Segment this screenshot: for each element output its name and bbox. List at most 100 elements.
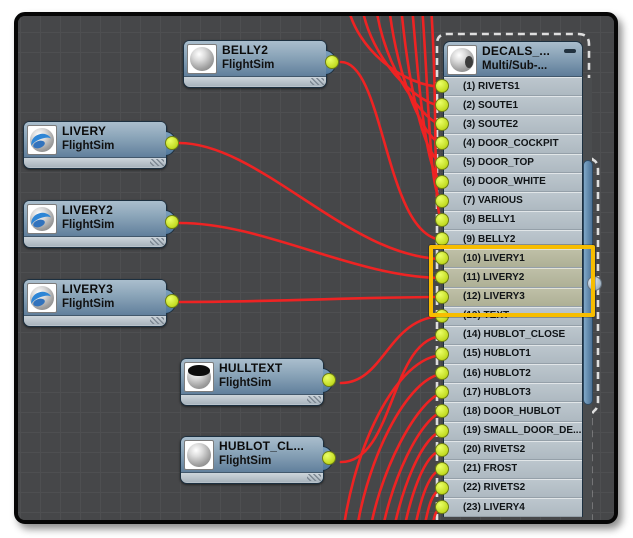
node-subtitle: FlightSim: [62, 140, 114, 152]
slot-label: (1) RIVETS1: [463, 81, 520, 92]
output-socket-icon[interactable]: [322, 373, 336, 387]
material-node-livery2[interactable]: LIVERY2 FlightSim: [23, 200, 167, 248]
node-subtitle: FlightSim: [62, 298, 114, 310]
slot-row[interactable]: (19) SMALL_DOOR_DE...: [444, 422, 582, 441]
slot-label: (20) RIVETS2: [463, 444, 525, 455]
slot-row[interactable]: (2) SOUTE1: [444, 96, 582, 115]
slot-row[interactable]: (21) FROST: [444, 460, 582, 479]
slot-row[interactable]: (15) HUBLOT1: [444, 345, 582, 364]
slot-row[interactable]: (1) RIVETS1: [444, 77, 582, 96]
slot-label: (22) RIVETS2: [463, 482, 525, 493]
node-header[interactable]: LIVERY2 FlightSim: [24, 201, 166, 237]
resize-grip-icon[interactable]: [307, 474, 321, 481]
material-sphere-icon: [187, 44, 217, 74]
slot-label: (17) HUBLOT3: [463, 387, 531, 398]
input-socket-icon[interactable]: [435, 98, 449, 112]
input-socket-icon[interactable]: [435, 462, 449, 476]
schematic-viewport[interactable]: BELLY2 FlightSim LIVERY FlightSim LIVERY…: [14, 12, 618, 524]
output-socket-icon[interactable]: [325, 55, 339, 69]
material-node-hublot-close[interactable]: HUBLOT_CL... FlightSim: [180, 436, 324, 484]
material-node-livery[interactable]: LIVERY FlightSim: [23, 121, 167, 169]
slot-label: (14) HUBLOT_CLOSE: [463, 329, 565, 340]
slot-row[interactable]: (22) RIVETS2: [444, 479, 582, 498]
collapse-minus-icon[interactable]: [564, 49, 576, 53]
slot-row[interactable]: (23) LIVERY4: [444, 498, 582, 517]
node-header[interactable]: BELLY2 FlightSim: [184, 41, 326, 77]
input-socket-icon[interactable]: [435, 136, 449, 150]
node-header[interactable]: DECALS_... Multi/Sub-...: [443, 41, 583, 77]
slot-row[interactable]: (18) DOOR_HUBLOT: [444, 402, 582, 421]
slot-highlight-box: [429, 245, 595, 317]
resize-grip-icon[interactable]: [150, 159, 164, 166]
node-header[interactable]: HULLTEXT FlightSim: [181, 359, 323, 395]
slot-label: (2) SOUTE1: [463, 100, 518, 111]
node-canvas[interactable]: BELLY2 FlightSim LIVERY FlightSim LIVERY…: [14, 12, 618, 524]
node-title: DECALS_...: [482, 44, 550, 58]
input-socket-icon[interactable]: [435, 424, 449, 438]
slot-row[interactable]: (3) SOUTE2: [444, 115, 582, 134]
slot-row[interactable]: (7) VARIOUS: [444, 192, 582, 211]
input-socket-icon[interactable]: [435, 175, 449, 189]
resize-grip-icon[interactable]: [150, 317, 164, 324]
node-header[interactable]: LIVERY3 FlightSim: [24, 280, 166, 316]
slot-row[interactable]: (6) DOOR_WHITE: [444, 173, 582, 192]
resize-grip-icon[interactable]: [307, 396, 321, 403]
slot-row[interactable]: (16) HUBLOT2: [444, 364, 582, 383]
node-subtitle: FlightSim: [219, 455, 271, 467]
input-socket-icon[interactable]: [435, 117, 449, 131]
input-socket-icon[interactable]: [435, 156, 449, 170]
output-socket-icon[interactable]: [165, 136, 179, 150]
slot-row[interactable]: (20) RIVETS2: [444, 441, 582, 460]
slot-label: (8) BELLY1: [463, 214, 515, 225]
slot-label: (15) HUBLOT1: [463, 348, 531, 359]
node-subtitle: Multi/Sub-...: [482, 60, 547, 72]
slot-label: (18) DOOR_HUBLOT: [463, 406, 561, 417]
wire: [180, 297, 444, 302]
slot-label: (4) DOOR_COCKPIT: [463, 138, 559, 149]
node-subtitle: FlightSim: [222, 59, 274, 71]
slot-row[interactable]: (5) DOOR_TOP: [444, 154, 582, 173]
node-header[interactable]: HUBLOT_CL... FlightSim: [181, 437, 323, 473]
input-socket-icon[interactable]: [435, 404, 449, 418]
resize-grip-icon[interactable]: [310, 78, 324, 85]
slot-row[interactable]: (14) HUBLOT_CLOSE: [444, 326, 582, 345]
input-socket-icon[interactable]: [435, 385, 449, 399]
slot-label: (5) DOOR_TOP: [463, 157, 534, 168]
resize-grip-icon[interactable]: [150, 238, 164, 245]
node-title: HUBLOT_CL...: [219, 439, 304, 453]
node-title: LIVERY3: [62, 282, 113, 296]
input-socket-icon[interactable]: [435, 194, 449, 208]
node-title: LIVERY2: [62, 203, 113, 217]
node-footer: [184, 77, 326, 86]
input-socket-icon[interactable]: [435, 328, 449, 342]
slot-row[interactable]: (8) BELLY1: [444, 211, 582, 230]
wire: [341, 316, 444, 383]
input-socket-icon[interactable]: [435, 366, 449, 380]
material-sphere-icon: [447, 45, 477, 75]
material-sphere-icon: [27, 204, 57, 234]
slot-row[interactable]: (4) DOOR_COCKPIT: [444, 134, 582, 153]
input-socket-icon[interactable]: [435, 481, 449, 495]
node-footer: [24, 316, 166, 325]
node-header[interactable]: LIVERY FlightSim: [24, 122, 166, 158]
slot-row[interactable]: (17) HUBLOT3: [444, 383, 582, 402]
input-socket-icon[interactable]: [435, 213, 449, 227]
output-socket-icon[interactable]: [165, 294, 179, 308]
material-node-livery3[interactable]: LIVERY3 FlightSim: [23, 279, 167, 327]
input-socket-icon[interactable]: [435, 347, 449, 361]
slot-label: (9) BELLY2: [463, 234, 515, 245]
input-socket-icon[interactable]: [435, 79, 449, 93]
slot-label: (21) FROST: [463, 463, 517, 474]
input-socket-icon[interactable]: [435, 500, 449, 514]
node-title: HULLTEXT: [219, 361, 282, 375]
input-socket-icon[interactable]: [435, 443, 449, 457]
node-title: BELLY2: [222, 43, 268, 57]
slot-label: (19) SMALL_DOOR_DE...: [463, 425, 581, 436]
node-footer: [181, 473, 323, 482]
output-socket-icon[interactable]: [165, 215, 179, 229]
wire: [180, 223, 444, 278]
material-sphere-icon: [184, 362, 214, 392]
material-node-belly2[interactable]: BELLY2 FlightSim: [183, 40, 327, 88]
material-node-hulltext[interactable]: HULLTEXT FlightSim: [180, 358, 324, 406]
output-socket-icon[interactable]: [322, 451, 336, 465]
